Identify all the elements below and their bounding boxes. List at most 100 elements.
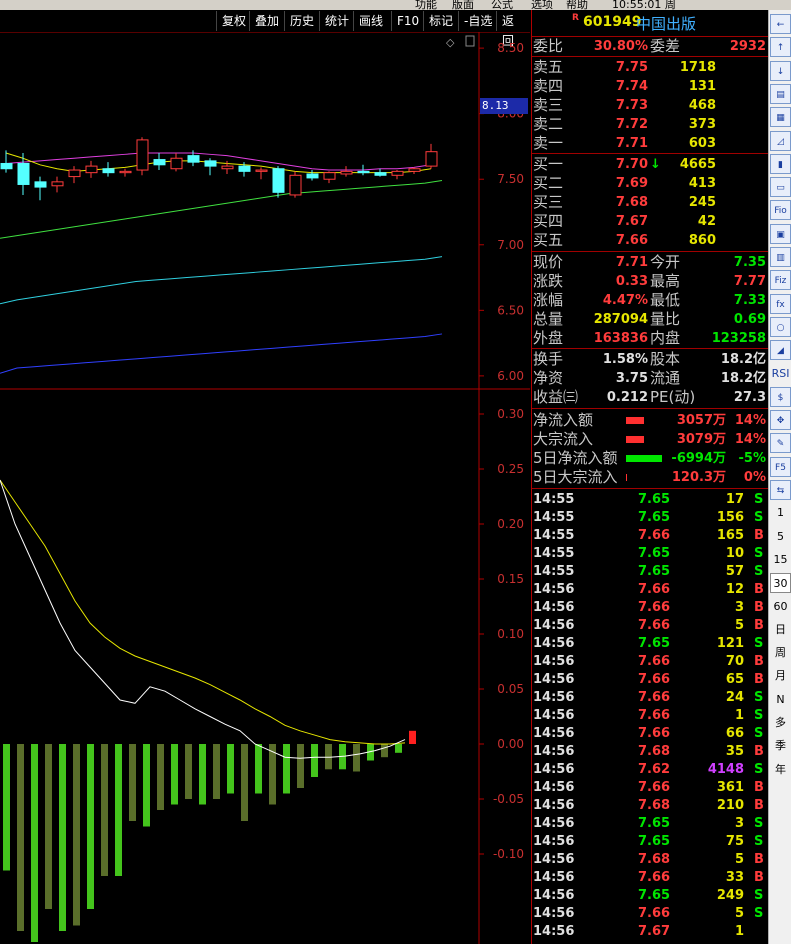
right-tool-button[interactable]: 15 [770,550,791,570]
right-tool-button[interactable]: 5 [770,527,791,547]
right-tool-button[interactable]: 日 [770,620,791,640]
tick-volume: 10 [725,546,744,561]
sell-volume: 373 [688,117,716,132]
top-menu-item[interactable]: 公式 [491,0,513,10]
tick-row: 14:56 7.66 70 B [532,653,768,671]
right-tool-button[interactable]: Fio [770,200,791,221]
right-tool-button[interactable]: 季 [770,736,791,756]
macd-bar [213,744,220,799]
tick-side: B [754,780,764,795]
right-tool-button[interactable]: $ [770,386,791,407]
maximize-icon[interactable] [465,35,475,47]
macd-bar [73,744,80,926]
toolbar-button[interactable]: -自选 [458,11,498,31]
right-tool-button[interactable]: 周 [770,643,791,663]
sell-volume: 131 [688,79,716,94]
top-menu-item[interactable]: 版面 [452,0,474,10]
right-tool-button[interactable]: ▭ [770,177,791,198]
right-tool-button[interactable]: ◿ [770,130,791,151]
top-menu-item[interactable]: 10:55:01 周 [612,0,676,10]
candle [289,174,302,196]
stat-value: 287094 [593,312,648,327]
right-tool-button[interactable]: ▥ [770,247,791,267]
tick-side: S [754,834,764,849]
sell-level: 卖五 7.75 1718 [532,58,768,77]
tick-row: 14:55 7.65 17 S [532,491,768,509]
buy-label: 买二 [533,174,564,192]
toolbar-button[interactable]: 统计 [319,11,355,31]
tick-row: 14:56 7.66 5 B [532,617,768,635]
stat-label: 涨跌 [533,272,564,290]
right-tool-button[interactable]: ✥ [770,410,791,431]
right-tool-button[interactable]: ▮ [770,153,791,174]
tick-time: 14:56 [533,906,575,921]
right-tool-button[interactable]: ↓ [770,60,791,81]
right-tool-button[interactable]: ⇆ [770,480,791,500]
tick-price: 7.65 [638,636,671,651]
weibi-row: 委比 30.80% 委差 2932 [532,37,768,56]
right-tool-button[interactable]: ○ [770,316,791,337]
right-tool-button[interactable]: 月 [770,666,791,686]
tick-row: 14:56 7.67 1 [532,923,768,941]
right-tool-button[interactable]: 60 [770,597,791,617]
toolbar-button[interactable]: 返回 [496,11,530,48]
flow-label: 5日大宗流入 [533,468,618,486]
macd-bar [31,744,38,942]
stat-row: 现价 7.71 今开 7.35 [532,253,768,272]
sell-price: 7.73 [615,98,648,113]
candle [17,162,30,185]
macd-bar [395,744,402,753]
right-tool-button[interactable]: RSI [770,364,791,384]
stat-value: 27.3 [733,390,766,405]
right-tool-button[interactable]: fx [770,293,791,314]
right-tool-button[interactable]: N [770,690,791,710]
price-tick-label: 6.50 [497,303,524,317]
tick-time: 14:56 [533,672,575,687]
tick-volume: 5 [734,852,744,867]
stat-row: 涨幅 4.47% 最低 7.33 [532,291,768,310]
right-tool-button[interactable]: ✎ [770,433,791,454]
stat-label: 现价 [533,253,564,271]
tick-volume: 210 [716,798,744,813]
toolbar-button[interactable]: 复权 [216,11,252,31]
right-tool-button[interactable]: ← [770,14,791,34]
top-menu-item[interactable]: 选项 [531,0,553,10]
toolbar-button[interactable]: 历史 [284,11,320,31]
tick-price: 7.66 [638,906,671,921]
right-tool-button[interactable]: ▦ [770,107,791,128]
flow-label: 净流入额 [533,411,594,429]
tick-side: S [754,492,764,507]
right-tool-button[interactable]: F5 [770,456,791,477]
tick-volume: 156 [716,510,744,525]
right-tool-button[interactable]: ▣ [770,223,791,244]
stat-label: 外盘 [533,329,564,347]
right-tool-button[interactable]: ▤ [770,83,791,104]
right-tool-button[interactable]: 年 [770,760,791,780]
chart-area[interactable]: ◇8.508.007.507.006.506.000.300.250.200.1… [0,32,530,944]
top-menu-item[interactable]: 功能 [415,0,437,10]
right-tool-button[interactable]: 30 [770,573,791,594]
toolbar-button[interactable]: F10 [391,11,425,31]
tick-price: 7.62 [638,762,671,777]
right-tool-button[interactable]: 多 [770,713,791,733]
flow-percent: -5% [738,451,766,466]
toolbar-button[interactable]: 标记 [423,11,459,31]
right-tool-button[interactable]: ◢ [770,340,791,361]
weibi-label: 委比 [533,37,564,55]
tick-time: 14:55 [533,546,575,561]
toolbar-button[interactable]: 画线 [353,11,389,31]
macd-tick-label: 0.25 [497,462,524,476]
top-menu-item[interactable]: 帮助 [566,0,588,10]
stat-value: 7.33 [733,293,766,308]
toolbar-button[interactable]: 叠加 [249,11,285,31]
candle [374,172,387,176]
tick-time: 14:56 [533,762,575,777]
tick-volume: 24 [725,690,744,705]
right-tool-button[interactable]: ↑ [770,37,791,58]
separator [532,348,768,349]
tick-row: 14:56 7.62 4148 S [532,761,768,779]
right-tool-button[interactable]: Fiz [770,270,791,291]
diamond-icon[interactable]: ◇ [446,36,455,49]
candle [323,172,336,180]
right-tool-button[interactable]: 1 [770,503,791,523]
